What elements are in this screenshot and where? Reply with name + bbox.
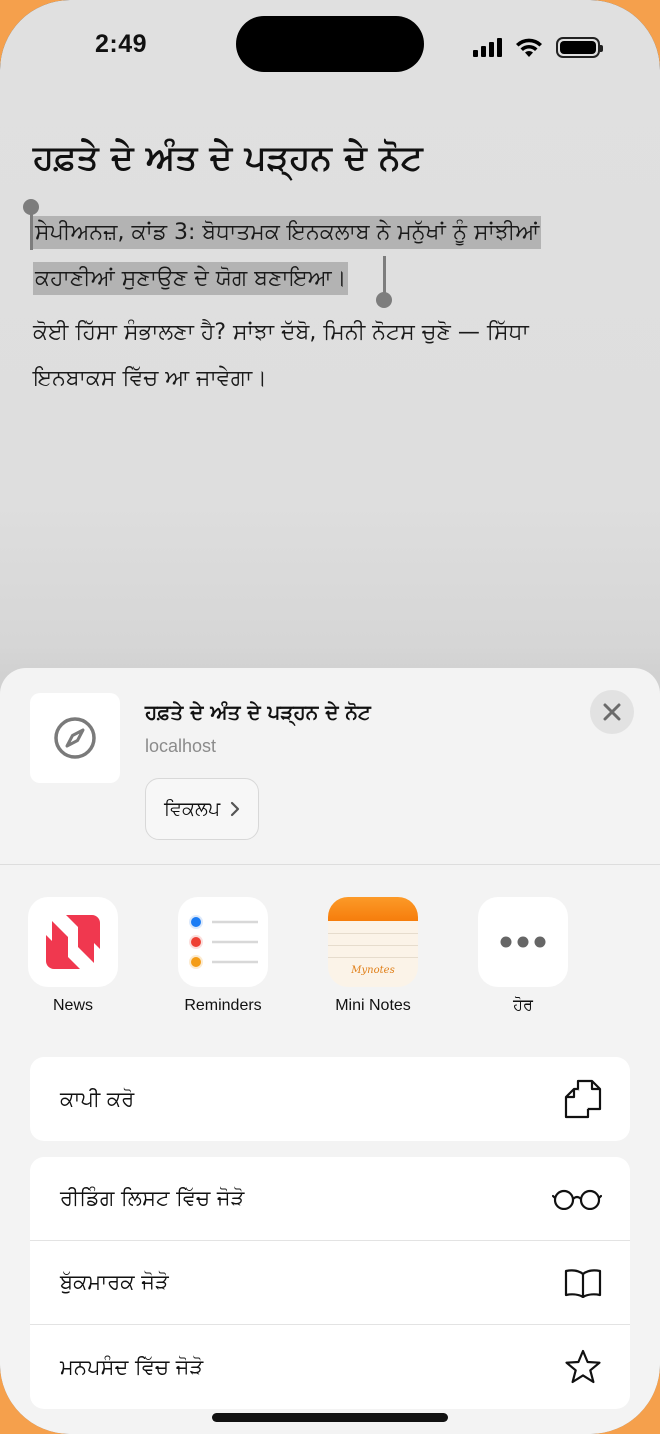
chevron-right-icon bbox=[230, 801, 240, 817]
app-label: ਹੋਰ bbox=[513, 997, 533, 1014]
share-sheet: ਹਫ਼ਤੇ ਦੇ ਅੰਤ ਦੇ ਪੜ੍ਹਨ ਦੇ ਨੋਟ localhost ਵ… bbox=[0, 668, 660, 1434]
body-text-line: ਕੋਈ ਹਿੱਸਾ ਸੰਭਾਲਣਾ ਹੈ? ਸਾਂਝਾ ਦੱਬੋ, ਮਿਨੀ ਨ… bbox=[33, 320, 529, 345]
app-news[interactable]: News bbox=[13, 897, 133, 1015]
app-label: News bbox=[52, 997, 93, 1014]
cellular-signal-icon bbox=[473, 37, 502, 57]
app-label: Reminders bbox=[184, 997, 262, 1014]
copy-group: ਕਾਪੀ ਕਰੋ bbox=[30, 1057, 630, 1141]
options-button[interactable]: ਵਿਕਲਪ bbox=[145, 778, 260, 840]
battery-icon bbox=[556, 36, 603, 58]
sheet-divider bbox=[0, 864, 660, 865]
selected-text[interactable]: ਸੇਪੀਅਨਜ਼, ਕਾਂਡ 3: ਬੋਧਾਤਮਕ ਇਨਕਲਾਬ ਨੇ ਮਨੁੱ… bbox=[33, 210, 623, 302]
actions-group: ਰੀਡਿੰਗ ਲਿਸਟ ਵਿੱਚ ਜੋੜੋ ਬੁੱਕਮਾਰਕ ਜੋੜੋ ਮਨਪਸ… bbox=[30, 1157, 630, 1409]
close-button[interactable] bbox=[590, 690, 634, 734]
more-icon bbox=[478, 897, 568, 987]
add-bookmark-action[interactable]: ਬੁੱਕਮਾਰਕ ਜੋੜੋ bbox=[30, 1241, 630, 1325]
star-icon bbox=[565, 1349, 601, 1384]
status-icons bbox=[473, 36, 603, 58]
selected-text-line: ਕਹਾਣੀਆਂ ਸੁਣਾਉਣ ਦੇ ਯੋਗ ਬਣਾਇਆ। bbox=[33, 262, 349, 295]
action-label: ਕਾਪੀ ਕਰੋ bbox=[60, 1086, 135, 1111]
preview-thumbnail bbox=[30, 693, 120, 783]
add-to-favorites-action[interactable]: ਮਨਪਸੰਦ ਵਿੱਚ ਜੋੜੋ bbox=[30, 1325, 630, 1409]
status-time: 2:49 bbox=[95, 30, 148, 58]
book-icon bbox=[564, 1268, 602, 1298]
mini-notes-logo: Mynotes bbox=[351, 965, 395, 976]
home-indicator[interactable] bbox=[212, 1413, 448, 1422]
app-reminders[interactable]: Reminders bbox=[163, 897, 283, 1015]
reminders-icon bbox=[178, 897, 268, 987]
action-label: ਬੁੱਕਮਾਰਕ ਜੋੜੋ bbox=[60, 1270, 169, 1294]
screen: 2:49 ਹਫ਼ਤੇ ਦੇ ਅੰਤ ਦੇ ਪੜ੍ਹਨ ਦੇ ਨੋਟ ਸੇਪੀਅਨ… bbox=[0, 0, 660, 1434]
selection-end-handle[interactable] bbox=[376, 292, 392, 308]
page-title: ਹਫ਼ਤੇ ਦੇ ਅੰਤ ਦੇ ਪੜ੍ਹਨ ਦੇ ਨੋਟ bbox=[33, 138, 423, 178]
phone-frame: 2:49 ਹਫ਼ਤੇ ਦੇ ਅੰਤ ਦੇ ਪੜ੍ਹਨ ਦੇ ਨੋਟ ਸੇਪੀਅਨ… bbox=[0, 0, 660, 1434]
add-to-reading-list-action[interactable]: ਰੀਡਿੰਗ ਲਿਸਟ ਵਿੱਚ ਜੋੜੋ bbox=[30, 1157, 630, 1241]
copy-icon bbox=[564, 1079, 602, 1119]
news-icon bbox=[28, 897, 118, 987]
selection-end-caret bbox=[383, 256, 386, 294]
dynamic-island bbox=[236, 16, 424, 72]
app-mini-notes[interactable]: Mynotes Mini Notes bbox=[313, 897, 433, 1015]
action-label: ਮਨਪਸੰਦ ਵਿੱਚ ਜੋੜੋ bbox=[60, 1354, 204, 1379]
action-label: ਰੀਡਿੰਗ ਲਿਸਟ ਵਿੱਚ ਜੋੜੋ bbox=[60, 1186, 245, 1210]
app-more[interactable]: ਹੋਰ bbox=[463, 897, 583, 1015]
glasses-icon bbox=[552, 1189, 602, 1210]
app-label: Mini Notes bbox=[335, 997, 411, 1014]
preview-title: ਹਫ਼ਤੇ ਦੇ ਅੰਤ ਦੇ ਪੜ੍ਹਨ ਦੇ ਨੋਟ bbox=[145, 700, 371, 724]
close-icon bbox=[603, 703, 621, 721]
preview-host: localhost bbox=[145, 736, 217, 756]
selected-text-line: ਸੇਪੀਅਨਜ਼, ਕਾਂਡ 3: ਬੋਧਾਤਮਕ ਇਨਕਲਾਬ ਨੇ ਮਨੁੱ… bbox=[33, 216, 542, 249]
wifi-icon bbox=[516, 38, 542, 57]
compass-icon bbox=[54, 717, 96, 759]
mini-notes-icon: Mynotes bbox=[328, 897, 418, 987]
options-label: ਵਿਕਲਪ bbox=[164, 798, 221, 820]
body-text-line: ਇਨਬਾਕਸ ਵਿੱਚ ਆ ਜਾਵੇਗਾ। bbox=[33, 366, 268, 391]
copy-action[interactable]: ਕਾਪੀ ਕਰੋ bbox=[30, 1057, 630, 1141]
body-paragraph: ਕੋਈ ਹਿੱਸਾ ਸੰਭਾਲਣਾ ਹੈ? ਸਾਂਝਾ ਦੱਬੋ, ਮਿਨੀ ਨ… bbox=[33, 310, 633, 402]
